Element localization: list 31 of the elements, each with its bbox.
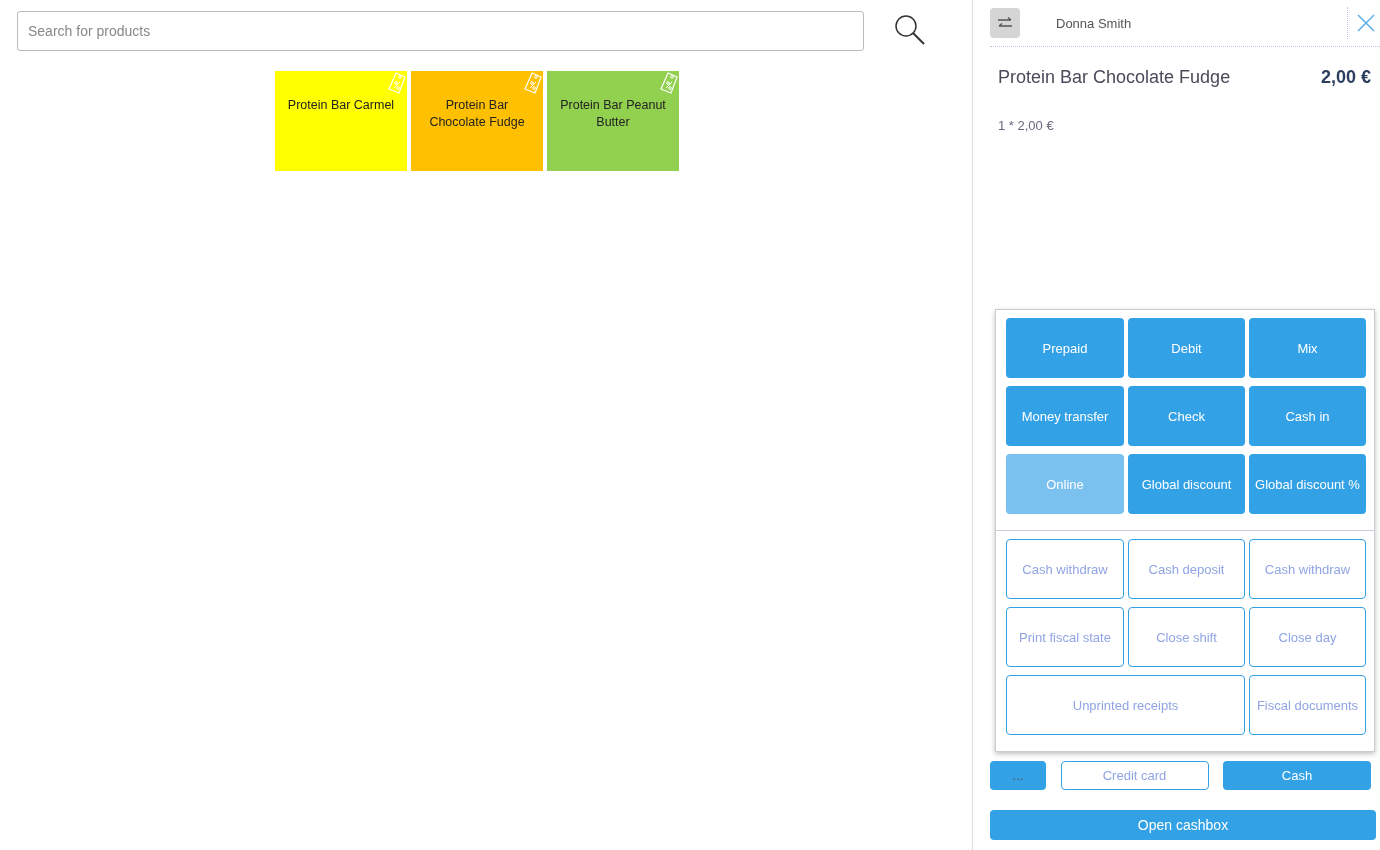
payment-button[interactable]: Credit card — [1060, 761, 1209, 790]
swap-button[interactable] — [990, 8, 1020, 38]
customer-name: Donna Smith — [1056, 15, 1133, 31]
payment-method-button[interactable]: Check — [1128, 386, 1245, 446]
search-icon[interactable] — [894, 14, 926, 46]
payment-method-button[interactable]: Mix — [1249, 318, 1366, 378]
payment-method-button[interactable]: Cash in — [1249, 386, 1366, 446]
order-item-name: Protein Bar Chocolate Fudge — [998, 67, 1231, 88]
search-field[interactable]: Search for products — [17, 11, 864, 51]
payment-method-button[interactable]: Debit — [1128, 318, 1245, 378]
payment-method-button[interactable]: Prepaid — [1006, 318, 1124, 378]
payment-method-button[interactable]: Global discount — [1128, 454, 1245, 514]
operation-button[interactable]: Cash withdraw — [1249, 539, 1366, 599]
product-tile[interactable]: Protein Bar Carmel — [275, 71, 407, 171]
operation-button[interactable]: Close shift — [1128, 607, 1245, 667]
payment-method-button[interactable]: Global discount % — [1249, 454, 1366, 514]
order-item-total: 2,00 € — [1320, 67, 1371, 88]
operation-button[interactable]: Cash deposit — [1128, 539, 1245, 599]
payment-button[interactable]: Cash — [1223, 761, 1371, 790]
payment-method-button[interactable]: Money transfer — [1006, 386, 1124, 446]
operation-button[interactable]: Print fiscal state — [1006, 607, 1124, 667]
operation-button[interactable]: Cash withdraw — [1006, 539, 1124, 599]
open-cashbox-button[interactable]: Open cashbox — [990, 810, 1376, 840]
order-item-quantity: 1 * 2,00 € — [998, 118, 1054, 133]
product-tile[interactable]: Protein Bar Peanut Butter — [547, 71, 679, 171]
swap-arrows-icon — [997, 17, 1013, 29]
more-button[interactable]: ... — [990, 761, 1046, 790]
operation-button[interactable]: Close day — [1249, 607, 1366, 667]
product-tile[interactable]: Protein Bar Chocolate Fudge — [411, 71, 543, 171]
operation-button[interactable]: Fiscal documents — [1249, 675, 1366, 735]
operation-button[interactable]: Unprinted receipts — [1006, 675, 1245, 735]
